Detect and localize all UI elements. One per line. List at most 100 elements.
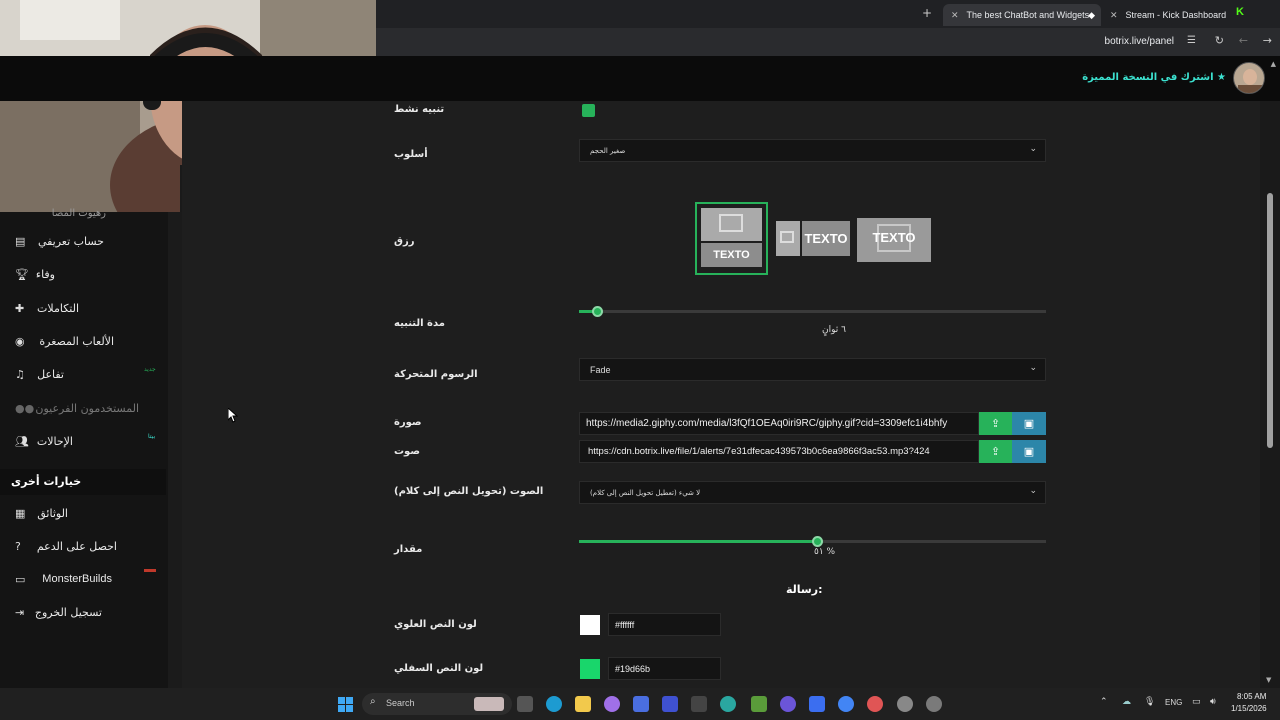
user-group-icon: 👥︎ xyxy=(15,435,29,448)
app-icon[interactable] xyxy=(809,696,825,712)
start-icon[interactable] xyxy=(338,697,353,712)
app-icon[interactable] xyxy=(780,696,796,712)
tab-kick[interactable]: ✕ Stream - Kick Dashboard xyxy=(1102,4,1242,26)
sidebar-item-label: الوثائق xyxy=(37,507,68,520)
tray-icon[interactable]: ☁ xyxy=(1122,697,1131,707)
copilot-icon[interactable] xyxy=(604,696,620,712)
style-label: أسلوب xyxy=(394,149,428,160)
active-alert-checkbox[interactable] xyxy=(582,104,595,117)
scrollbar-up-icon[interactable]: ▲ xyxy=(1271,60,1276,68)
section-title: خيارات أخرى xyxy=(11,475,82,488)
image-url-input[interactable]: https://media2.giphy.com/media/l3fQf1OEA… xyxy=(579,412,979,435)
minecraft-icon[interactable] xyxy=(751,696,767,712)
sound-gallery-button[interactable]: ▣ xyxy=(1012,440,1046,463)
tts-label: الصوت (تحويل النص إلى كلام) xyxy=(394,486,544,497)
close-tab-icon[interactable]: ✕ xyxy=(951,10,959,21)
top-color-swatch[interactable] xyxy=(580,615,600,635)
clock-date[interactable]: 1/15/2026 xyxy=(1231,704,1267,713)
chevron-down-icon: ⌄ xyxy=(1029,363,1037,373)
diamond-icon: ◆ xyxy=(1088,9,1095,20)
image-upload-button[interactable]: ⇪ xyxy=(979,412,1012,435)
close-tab-icon[interactable]: ✕ xyxy=(1110,10,1118,21)
store-icon[interactable] xyxy=(633,696,649,712)
mic-icon[interactable]: 🎙︎ xyxy=(1144,697,1155,707)
gallery-icon: ▣ xyxy=(1023,417,1035,430)
url-text[interactable]: botrix.live/panel xyxy=(1105,36,1174,47)
animation-value: Fade xyxy=(590,364,611,375)
scrollbar-thumb[interactable] xyxy=(1267,193,1273,448)
chevron-down-icon: ⌄ xyxy=(1029,144,1037,154)
reload-icon[interactable]: ↻ xyxy=(1215,34,1224,47)
bottom-color-swatch[interactable] xyxy=(580,659,600,679)
duration-slider-thumb[interactable] xyxy=(592,306,603,317)
layout-text: TEXTO xyxy=(701,243,762,267)
sidebar-scrollbar[interactable] xyxy=(168,212,182,688)
edge-icon[interactable] xyxy=(546,696,562,712)
users-icon: ●● xyxy=(15,402,35,415)
section-other-options: خيارات أخرى xyxy=(0,469,166,495)
chrome-icon[interactable] xyxy=(838,696,854,712)
star-icon: ★ xyxy=(1217,72,1226,83)
new-badge: جديد xyxy=(144,366,156,373)
bottom-color-input[interactable]: #19d66b xyxy=(608,657,721,680)
duration-slider-track[interactable] xyxy=(579,310,1046,313)
task-view-icon[interactable] xyxy=(517,696,533,712)
forward-icon[interactable]: → xyxy=(1263,34,1272,47)
chevron-down-icon: ⌄ xyxy=(1029,486,1037,496)
layout-option-stacked[interactable]: TEXTO xyxy=(695,202,768,275)
sound-upload-button[interactable]: ⇪ xyxy=(979,440,1012,463)
language-indicator[interactable]: ENG xyxy=(1165,698,1182,707)
avatar[interactable] xyxy=(1233,62,1265,94)
layout-option-overlay[interactable]: TEXTO xyxy=(857,218,931,262)
puzzle-icon: ✚ xyxy=(15,302,25,315)
scroll-down-icon[interactable]: ▼ xyxy=(1266,676,1271,684)
book-icon: ▦ xyxy=(15,507,26,520)
app-icon[interactable] xyxy=(720,696,736,712)
sound-url-input[interactable]: https://cdn.botrix.live/file/1/alerts/7e… xyxy=(579,440,979,463)
app-icon[interactable] xyxy=(691,696,707,712)
clock-time[interactable]: 8:05 AM xyxy=(1237,692,1266,701)
chevron-up-icon[interactable]: ⌃ xyxy=(1100,697,1108,707)
volume-slider-thumb[interactable] xyxy=(812,536,823,547)
browser-tab-strip: + ✕ The best ChatBot and Widgets ◆ ✕ Str… xyxy=(376,0,1280,28)
back-icon[interactable]: ← xyxy=(1239,34,1248,47)
network-icon[interactable]: ▭ xyxy=(1192,697,1201,707)
bottom-color-text: #19d66b xyxy=(615,663,651,674)
file-explorer-icon[interactable] xyxy=(575,696,591,712)
taskbar-search[interactable]: ⌕ Search xyxy=(362,693,512,715)
tune-icon[interactable]: ☰ xyxy=(1187,35,1196,46)
tab-botrix[interactable]: ✕ The best ChatBot and Widgets ◆ xyxy=(943,4,1101,26)
sidebar-item-label: الألعاب المصغرة xyxy=(39,335,114,348)
gamepad-icon: ◉ xyxy=(15,335,25,348)
sidebar-item-label: الإحالات xyxy=(36,435,73,448)
sidebar-item-label: التكاملات xyxy=(37,302,79,315)
new-tab-icon[interactable]: + xyxy=(922,6,932,20)
volume-slider-fill xyxy=(579,540,817,543)
settings-icon[interactable] xyxy=(926,696,942,712)
sound-label: صوت xyxy=(394,446,420,457)
style-select[interactable]: صغير الحجم ⌄ xyxy=(579,139,1046,162)
id-card-icon: ▤ xyxy=(15,235,26,248)
layout-option-side[interactable]: TEXTO xyxy=(776,221,850,256)
volume-label: مقدار xyxy=(394,544,423,555)
app-icon[interactable] xyxy=(897,696,913,712)
chrome-icon[interactable] xyxy=(867,696,883,712)
image-gallery-button[interactable]: ▣ xyxy=(1012,412,1046,435)
sidebar-item-label: المستخدمون الفرعيون xyxy=(35,402,139,415)
mouse-cursor xyxy=(227,406,239,427)
alert-settings-form: ▼ تنبيه نشط أسلوب صغير الحجم ⌄ رزق TEXTO… xyxy=(182,101,1280,688)
sidebar-item-label: تسجيل الخروج xyxy=(34,606,102,619)
animation-select[interactable]: Fade ⌄ xyxy=(579,358,1046,381)
sidebar-item-label: وفاء xyxy=(35,268,55,281)
gallery-icon: ▣ xyxy=(1023,445,1035,458)
volume-icon[interactable]: 🔊︎ xyxy=(1210,697,1216,707)
laptop-icon: ▭ xyxy=(15,573,26,586)
layout-text: TEXTO xyxy=(872,230,916,245)
help-circle-icon: ? xyxy=(15,540,21,553)
upgrade-link[interactable]: اشترك في النسخة المميزة ★ xyxy=(1082,72,1226,83)
image-label: صورة xyxy=(394,417,422,428)
top-color-input[interactable]: #ffffff xyxy=(608,613,721,636)
app-icon[interactable] xyxy=(662,696,678,712)
main-scrollbar[interactable]: ▼ xyxy=(1260,101,1280,688)
tts-select[interactable]: لا شيء (تعطيل تحويل النص إلى كلام) ⌄ xyxy=(579,481,1046,504)
